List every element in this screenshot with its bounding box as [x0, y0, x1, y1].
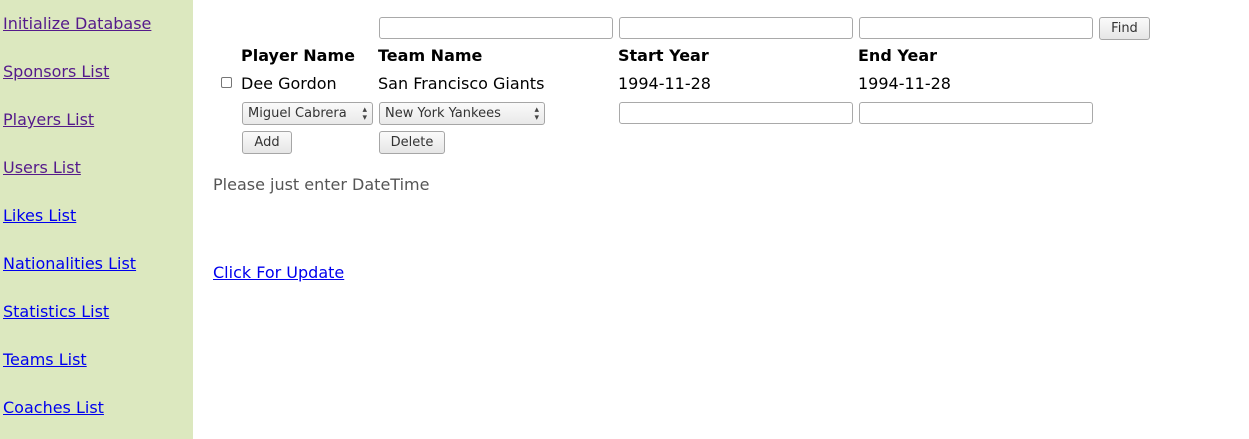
- row-player-name: Dee Gordon: [241, 74, 337, 93]
- select-arrows-icon: ▴ ▾: [362, 105, 367, 123]
- sidebar-item-players-list[interactable]: Players List: [3, 110, 94, 130]
- info-message: Please just enter DateTime: [213, 175, 430, 194]
- column-header-end-year: End Year: [858, 46, 937, 65]
- sidebar-item-teams-list[interactable]: Teams List: [3, 350, 87, 370]
- search-start-year-field[interactable]: [619, 17, 853, 39]
- end-year-input[interactable]: [859, 102, 1093, 124]
- sidebar-item-users-list[interactable]: Users List: [3, 158, 81, 178]
- search-team-field[interactable]: [379, 17, 613, 39]
- sidebar-item-coaches-list[interactable]: Coaches List: [3, 398, 104, 418]
- row-start-year: 1994-11-28: [618, 74, 711, 93]
- sidebar-item-initialize-database[interactable]: Initialize Database: [3, 14, 151, 34]
- delete-button[interactable]: Delete: [379, 131, 445, 154]
- find-button[interactable]: Find: [1099, 17, 1150, 40]
- team-select[interactable]: New York Yankees ▴ ▾: [379, 102, 545, 125]
- start-year-input[interactable]: [619, 102, 853, 124]
- row-end-year: 1994-11-28: [858, 74, 951, 93]
- player-select-value: Miguel Cabrera: [248, 106, 347, 121]
- sidebar-item-nationalities-list[interactable]: Nationalities List: [3, 254, 136, 274]
- team-select-value: New York Yankees: [385, 106, 501, 121]
- column-header-start-year: Start Year: [618, 46, 709, 65]
- sidebar-item-likes-list[interactable]: Likes List: [3, 206, 76, 226]
- row-checkbox[interactable]: [221, 77, 232, 88]
- add-button[interactable]: Add: [242, 131, 292, 154]
- player-select[interactable]: Miguel Cabrera ▴ ▾: [242, 102, 373, 125]
- row-team-name: San Francisco Giants: [378, 74, 545, 93]
- select-arrows-icon: ▴ ▾: [534, 105, 539, 123]
- search-end-year-field[interactable]: [859, 17, 1093, 39]
- main-content: Find Player Name Team Name Start Year En…: [193, 0, 1249, 439]
- sidebar-item-statistics-list[interactable]: Statistics List: [3, 302, 109, 322]
- sidebar: Initialize Database Sponsors List Player…: [0, 0, 193, 439]
- sidebar-item-sponsors-list[interactable]: Sponsors List: [3, 62, 109, 82]
- column-header-team-name: Team Name: [378, 46, 483, 65]
- update-link[interactable]: Click For Update: [213, 263, 344, 283]
- column-header-player-name: Player Name: [241, 46, 355, 65]
